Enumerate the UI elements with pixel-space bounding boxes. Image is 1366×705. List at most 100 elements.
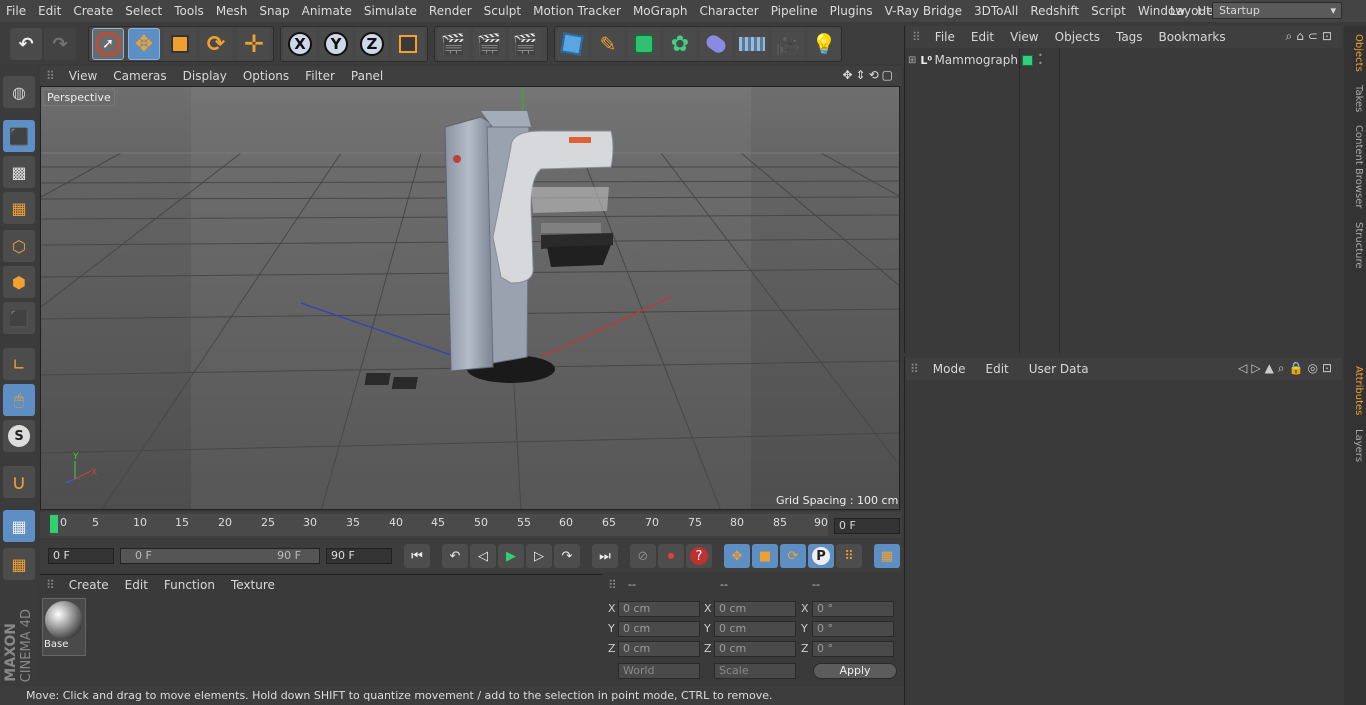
visibility-dots-icon[interactable]: • • <box>1038 52 1043 68</box>
points-mode-button[interactable]: ⬡ <box>3 230 35 262</box>
menu-script[interactable]: Script <box>1085 4 1132 18</box>
tab-attributes[interactable]: Attributes <box>1346 362 1364 420</box>
menu-select[interactable]: Select <box>119 4 168 18</box>
go-to-end-button[interactable]: ⏭ <box>592 544 618 568</box>
drag-handle-icon[interactable]: ⠿ <box>608 578 617 592</box>
menu-vray-bridge[interactable]: V-Ray Bridge <box>879 4 968 18</box>
object-menu-objects[interactable]: Objects <box>1047 30 1108 44</box>
object-menu-tags[interactable]: Tags <box>1108 30 1151 44</box>
cube-button[interactable] <box>556 28 588 60</box>
snap-button[interactable]: S <box>3 420 35 452</box>
viewport-menu-cameras[interactable]: Cameras <box>105 69 174 83</box>
object-menu-view[interactable]: View <box>1002 30 1046 44</box>
tab-takes[interactable]: Takes <box>1346 82 1364 116</box>
menu-edit[interactable]: Edit <box>32 4 67 18</box>
coordinate-system-button[interactable] <box>392 28 424 60</box>
render-picture-viewer-button[interactable]: 🎬 <box>473 28 505 60</box>
drag-handle-icon[interactable]: ⠿ <box>906 362 923 376</box>
play-button[interactable]: ▶ <box>498 544 524 568</box>
menu-redshift[interactable]: Redshift <box>1024 4 1085 18</box>
last-tool-button[interactable]: ✛ <box>238 28 270 60</box>
previous-frame-button[interactable]: ◁ <box>470 544 496 568</box>
render-view-button[interactable]: 🎬 <box>437 28 469 60</box>
expand-icon[interactable]: ⊞ <box>908 55 920 66</box>
select-tool-button[interactable]: ➚ <box>92 28 124 60</box>
make-editable-button[interactable]: ◍ <box>3 76 35 108</box>
timeline-window-button[interactable]: ▦ <box>874 544 900 568</box>
menu-snap[interactable]: Snap <box>253 4 295 18</box>
menu-motion-tracker[interactable]: Motion Tracker <box>527 4 627 18</box>
viewport-nav-icons[interactable]: ✥⇕⟲▢ <box>842 68 896 82</box>
z-axis-button[interactable]: Z <box>356 28 388 60</box>
menu-plugins[interactable]: Plugins <box>824 4 879 18</box>
tab-objects[interactable]: Objects <box>1346 30 1364 76</box>
start-frame-field[interactable]: 0 F <box>48 548 114 564</box>
end-frame-field[interactable]: 90 F <box>326 548 392 564</box>
viewport[interactable]: Y X <box>40 86 900 510</box>
y-axis-button[interactable]: Y <box>320 28 352 60</box>
object-row-mammograph[interactable]: ⊞ L⁰ Mammograph <box>908 52 1018 68</box>
magnet-button[interactable]: ∪ <box>3 466 35 498</box>
menu-mesh[interactable]: Mesh <box>210 4 254 18</box>
size-mode-select[interactable]: Scale <box>714 663 796 679</box>
material-menu-create[interactable]: Create <box>61 578 117 592</box>
record-disabled-button[interactable]: ⊘ <box>630 544 656 568</box>
axis-mode-button[interactable]: ∟ <box>3 348 35 380</box>
key-scale-button[interactable]: ■ <box>752 544 778 568</box>
menu-render[interactable]: Render <box>423 4 478 18</box>
texture-mode-button[interactable]: ▩ <box>3 156 35 188</box>
size-z-field[interactable]: 0 cm <box>714 641 796 657</box>
position-x-field[interactable]: 0 cm <box>618 601 700 617</box>
object-menu-edit[interactable]: Edit <box>963 30 1002 44</box>
attribute-menu-user-data[interactable]: User Data <box>1019 362 1099 376</box>
viewport-menu-options[interactable]: Options <box>235 69 297 83</box>
viewport-menu-panel[interactable]: Panel <box>343 69 391 83</box>
previous-key-button[interactable]: ↶ <box>442 544 468 568</box>
position-y-field[interactable]: 0 cm <box>618 621 700 637</box>
menu-3dtoall[interactable]: 3DToAll <box>968 4 1024 18</box>
layer-color-icon[interactable] <box>1022 55 1033 66</box>
viewport-menu-display[interactable]: Display <box>175 69 235 83</box>
deformer-button[interactable] <box>700 28 732 60</box>
current-frame-field[interactable]: 0 F <box>834 518 900 534</box>
model-mode-button[interactable]: ⬛ <box>3 120 35 152</box>
rotate-tool-button[interactable]: ⟳ <box>200 28 232 60</box>
subdivision-button[interactable] <box>628 28 660 60</box>
drag-handle-icon[interactable]: ⠿ <box>40 69 61 83</box>
playhead[interactable] <box>50 515 58 533</box>
material-base[interactable]: Base <box>42 598 86 656</box>
tweak-mode-button[interactable]: 🖱 <box>3 384 35 416</box>
x-axis-button[interactable]: X <box>284 28 316 60</box>
object-menu-bookmarks[interactable]: Bookmarks <box>1151 30 1234 44</box>
menu-file[interactable]: File <box>0 4 32 18</box>
move-tool-button[interactable]: ✥ <box>128 28 160 60</box>
rotation-p-field[interactable]: 0 ° <box>812 621 894 637</box>
material-menu-texture[interactable]: Texture <box>223 578 283 592</box>
enable-axis-button[interactable]: ▦ <box>3 510 35 542</box>
material-menu-function[interactable]: Function <box>156 578 223 592</box>
menu-character[interactable]: Character <box>693 4 764 18</box>
key-param-button[interactable]: P <box>808 544 834 568</box>
object-search-icons[interactable]: ⌕⌂⊂⊡ <box>1286 29 1336 44</box>
position-z-field[interactable]: 0 cm <box>618 641 700 657</box>
key-pla-button[interactable]: ⠿ <box>836 544 862 568</box>
key-rotation-button[interactable]: ⟳ <box>780 544 806 568</box>
viewport-menu-view[interactable]: View <box>61 69 105 83</box>
attribute-menu-edit[interactable]: Edit <box>976 362 1019 376</box>
pen-button[interactable]: ✎ <box>592 28 624 60</box>
timeline-ruler[interactable]: 0 5 10 15 20 25 30 35 40 45 50 55 60 65 … <box>50 514 828 536</box>
menu-animate[interactable]: Animate <box>296 4 358 18</box>
cloner-button[interactable]: ✿ <box>664 28 696 60</box>
locked-workplane-button[interactable]: ▦ <box>3 548 35 580</box>
menu-simulate[interactable]: Simulate <box>358 4 423 18</box>
autokey-button[interactable]: ? <box>686 544 712 568</box>
undo-button[interactable]: ↶ <box>10 28 42 60</box>
tab-structure[interactable]: Structure <box>1346 218 1364 272</box>
object-menu-file[interactable]: File <box>927 30 963 44</box>
next-key-button[interactable]: ↷ <box>554 544 580 568</box>
apply-button[interactable]: Apply <box>813 663 897 679</box>
light-button[interactable]: 💡 <box>808 28 840 60</box>
tab-layers[interactable]: Layers <box>1346 426 1364 466</box>
camera-button[interactable]: 🎥 <box>772 28 804 60</box>
floor-button[interactable] <box>736 28 768 60</box>
